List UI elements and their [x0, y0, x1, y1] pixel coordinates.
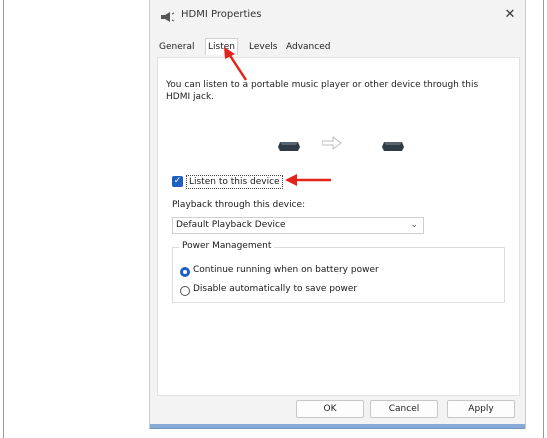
tab-bar: General Listen Levels Advanced: [150, 38, 525, 58]
left-border-line: [3, 0, 4, 438]
hdmi-properties-dialog: HDMI Properties ✕ General Listen Levels …: [149, 0, 526, 429]
close-button[interactable]: ✕: [501, 6, 519, 24]
radio-continue-running[interactable]: [180, 267, 190, 277]
hdmi-device-icon: [278, 142, 300, 151]
ok-button[interactable]: OK: [296, 400, 364, 418]
playback-label: Playback through this device:: [172, 200, 306, 210]
annotation-arrow-checkbox-icon: [285, 174, 331, 186]
title-bar: HDMI Properties ✕: [150, 0, 525, 34]
playback-device-select[interactable]: Default Playback Device ⌄: [172, 217, 424, 234]
speaker-icon: [161, 12, 175, 22]
power-management-legend: Power Management: [179, 241, 275, 251]
apply-button[interactable]: Apply: [447, 400, 515, 418]
radio-continue-running-label[interactable]: Continue running when on battery power: [193, 265, 379, 275]
window-title: HDMI Properties: [181, 9, 262, 20]
right-border-line: [543, 0, 544, 438]
listen-checkbox[interactable]: ✓: [172, 176, 183, 187]
chevron-down-icon: ⌄: [410, 220, 418, 230]
radio-disable-automatically[interactable]: [180, 286, 190, 296]
power-management-group: Power Management: [172, 241, 505, 303]
cancel-button[interactable]: Cancel: [370, 400, 438, 418]
close-icon: ✕: [504, 7, 516, 22]
tab-general[interactable]: General: [157, 40, 196, 54]
hdmi-device-icon: [382, 142, 404, 151]
listen-checkbox-label[interactable]: Listen to this device: [186, 175, 283, 189]
arrow-right-icon: [322, 136, 342, 150]
taskbar-edge: [150, 424, 525, 429]
annotation-arrow-tab-icon: [224, 47, 248, 81]
radio-disable-automatically-label[interactable]: Disable automatically to save power: [193, 284, 357, 294]
listen-description: You can listen to a portable music playe…: [166, 80, 479, 102]
playback-device-value: Default Playback Device: [176, 220, 286, 230]
tab-advanced[interactable]: Advanced: [284, 40, 332, 54]
